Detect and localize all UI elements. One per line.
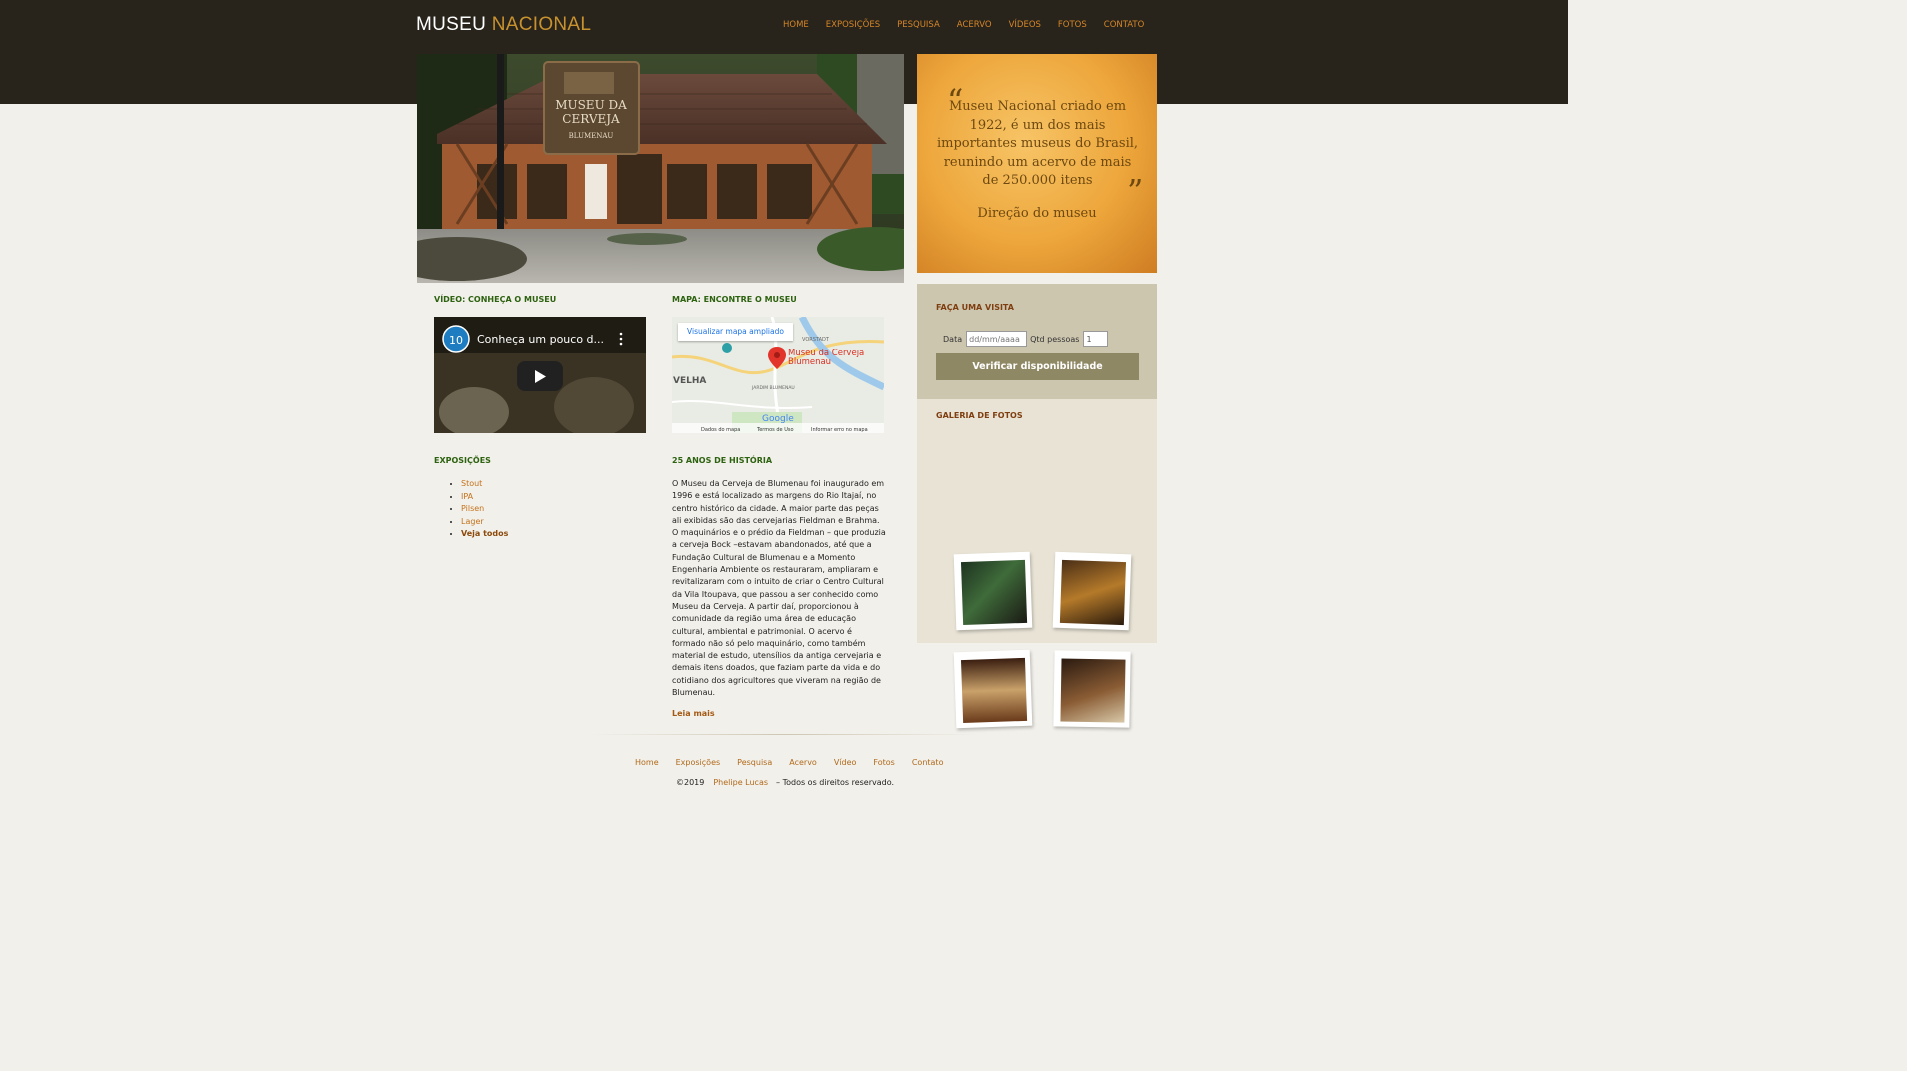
footer-link-home[interactable]: Home <box>635 758 659 767</box>
map-label-vorstadt: VORSTADT <box>802 337 830 343</box>
copyright-year: ©2019 <box>676 778 705 787</box>
main-nav: HOME EXPOSIÇÕES PESQUISA ACERVO VÍDEOS F… <box>783 20 1161 30</box>
logo-part-nacional: NACIONAL <box>491 14 592 35</box>
hero-sign-line3: BLUMENAU <box>569 132 614 140</box>
exposicoes-list: Stout IPA Pilsen Lager Veja todos <box>449 478 508 541</box>
quote-text: Museu Nacional criado em 1922, é um dos … <box>936 99 1139 188</box>
exposicao-link-ipa[interactable]: IPA <box>461 492 473 501</box>
list-item: Pilsen <box>461 503 508 516</box>
view-larger-map-link[interactable]: Visualizar mapa ampliado <box>678 323 793 341</box>
history-text: O Museu da Cerveja de Blumenau foi inaug… <box>672 479 886 698</box>
map-label-velha: VELHA <box>673 376 706 386</box>
history-title: 25 ANOS DE HISTÓRIA <box>672 456 773 465</box>
map-label-jardim: JARDIM BLUMENAU <box>751 385 795 391</box>
gallery-photo-1[interactable] <box>953 551 1033 631</box>
footer-link-contato[interactable]: Contato <box>912 758 944 767</box>
quote-box: “ Museu Nacional criado em 1922, é um do… <box>917 54 1157 273</box>
exposicao-link-stout[interactable]: Stout <box>461 479 482 488</box>
sidebar: FAÇA UMA VISITA Data Qtd pessoas Verific… <box>917 284 1157 729</box>
video-title: Conheça um pouco d... <box>477 333 604 346</box>
quote-signature: Direção do museu <box>977 206 1097 221</box>
nav-exposicoes[interactable]: EXPOSIÇÕES <box>826 20 880 30</box>
nav-home[interactable]: HOME <box>783 20 809 30</box>
visit-panel: FAÇA UMA VISITA Data Qtd pessoas Verific… <box>917 284 1157 399</box>
exposicao-link-lager[interactable]: Lager <box>461 517 484 526</box>
qty-label: Qtd pessoas <box>1030 334 1080 344</box>
nav-fotos[interactable]: FOTOS <box>1058 20 1087 30</box>
map-section-title: MAPA: ENCONTRE O MUSEU <box>672 295 797 304</box>
copyright: ©2019 Phelipe Lucas – Todos os direitos … <box>676 778 894 787</box>
list-item: IPA <box>461 491 508 504</box>
video-section-title: VÍDEO: CONHEÇA O MUSEU <box>434 295 557 304</box>
gallery-photo-2[interactable] <box>1052 551 1132 631</box>
gallery-photo-4[interactable] <box>1053 650 1131 728</box>
map-place-name: Museu da Cerveja Blumenau <box>788 349 865 367</box>
author-link[interactable]: Phelipe Lucas <box>713 778 768 787</box>
site-logo[interactable]: MUSEU NACIONAL <box>416 14 591 36</box>
nav-videos[interactable]: VÍDEOS <box>1009 20 1041 30</box>
visit-form-row: Data Qtd pessoas <box>943 331 1109 347</box>
exposicoes-title: EXPOSIÇÕES <box>434 456 491 465</box>
hero-sign-line2: CERVEJA <box>562 112 620 126</box>
hero-illustration: MUSEU DA CERVEJA BLUMENAU <box>417 54 904 283</box>
photo-gallery: GALERIA DE FOTOS <box>917 399 1157 729</box>
footer-link-exposicoes[interactable]: Exposições <box>676 758 721 767</box>
play-icon[interactable] <box>517 361 563 391</box>
nav-acervo[interactable]: ACERVO <box>957 20 992 30</box>
map-report-link[interactable]: Informar erro no mapa <box>811 427 868 433</box>
visit-title: FAÇA UMA VISITA <box>936 303 1014 312</box>
google-logo: Google <box>762 414 794 424</box>
video-embed[interactable]: 10 Conheça um pouco d... <box>434 317 646 433</box>
qty-input[interactable] <box>1083 331 1109 347</box>
footer-link-pesquisa[interactable]: Pesquisa <box>737 758 772 767</box>
footer-nav: Home Exposições Pesquisa Acervo Vídeo Fo… <box>635 758 960 767</box>
video-thumbnail: 10 Conheça um pouco d... <box>434 317 646 433</box>
logo-part-museu: MUSEU <box>416 14 487 35</box>
hero-image: MUSEU DA CERVEJA BLUMENAU <box>417 54 904 283</box>
quote-close-mark: ” <box>1127 172 1144 210</box>
list-item: Stout <box>461 478 508 491</box>
list-item: Veja todos <box>461 528 508 541</box>
map-poi-icon <box>722 343 732 353</box>
nav-pesquisa[interactable]: PESQUISA <box>897 20 940 30</box>
read-more-link[interactable]: Leia mais <box>672 709 715 718</box>
footer-link-acervo[interactable]: Acervo <box>789 758 817 767</box>
gallery-photo-3[interactable] <box>953 649 1033 729</box>
nav-contato[interactable]: CONTATO <box>1104 20 1145 30</box>
map-terms-link[interactable]: Termos de Uso <box>756 427 794 433</box>
list-item: Lager <box>461 516 508 529</box>
gallery-title: GALERIA DE FOTOS <box>936 411 1023 420</box>
footer-link-fotos[interactable]: Fotos <box>873 758 894 767</box>
footer-divider <box>590 734 980 735</box>
exposicao-link-pilsen[interactable]: Pilsen <box>461 504 484 513</box>
date-label: Data <box>943 334 963 344</box>
more-options-icon[interactable] <box>619 332 623 346</box>
channel-badge: 10 <box>449 334 463 347</box>
map-data-link[interactable]: Dados do mapa <box>701 427 740 433</box>
footer-link-video[interactable]: Vídeo <box>834 758 857 767</box>
map-embed[interactable]: VELHA VORSTADT JARDIM BLUMENAU Museu da … <box>672 317 884 433</box>
date-input[interactable] <box>966 331 1028 347</box>
see-all-link[interactable]: Veja todos <box>461 529 508 538</box>
check-availability-button[interactable]: Verificar disponibilidade <box>936 353 1139 380</box>
rights-text: – Todos os direitos reservado. <box>776 778 895 787</box>
hero-sign-line1: MUSEU DA <box>555 98 627 112</box>
